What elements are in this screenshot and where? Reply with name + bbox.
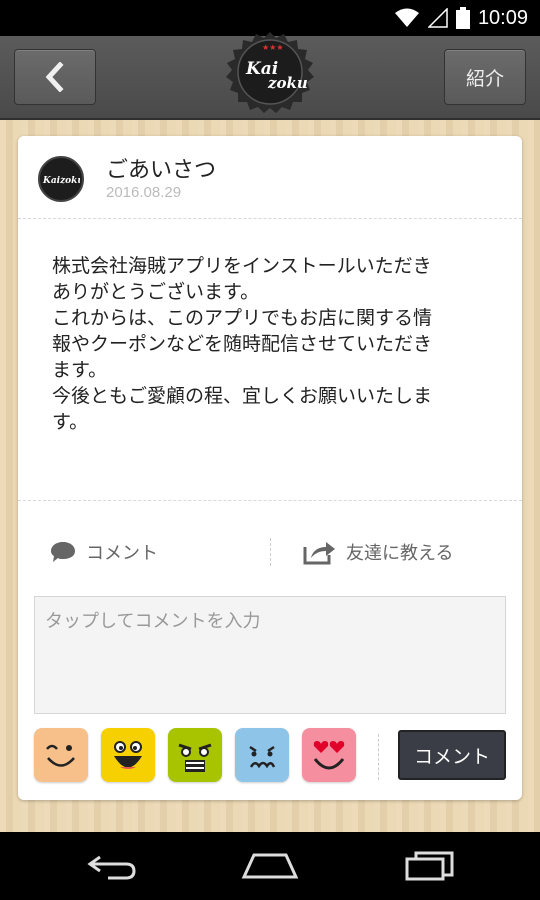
chevron-left-icon <box>45 62 64 92</box>
share-action-label: 友達に教える <box>346 543 454 564</box>
sad-face-stamp[interactable] <box>235 728 289 782</box>
back-nav-button[interactable] <box>82 846 142 886</box>
post-body-line: 報やクーポンなどを随時配信させていただき <box>52 333 433 355</box>
post-body-line: 株式会社海賊アプリをインストールいただき <box>52 255 432 277</box>
avatar: Kaizoku <box>38 156 84 202</box>
laughing-face-icon <box>114 741 142 769</box>
svg-text:★★★: ★★★ <box>262 43 284 52</box>
post-body: 株式会社海賊アプリをインストールいただき ありがとうございます。 これからは、こ… <box>52 253 502 435</box>
post-title: ごあいさつ <box>106 158 217 183</box>
comment-input[interactable] <box>34 596 506 714</box>
comment-action-label: コメント <box>86 543 158 564</box>
home-nav-button[interactable] <box>240 846 300 886</box>
wifi-icon <box>394 8 419 27</box>
share-action[interactable]: 友達に教える <box>302 520 453 584</box>
back-button[interactable] <box>14 49 96 105</box>
heart-eyes-face-icon <box>313 741 345 770</box>
share-icon <box>303 542 335 565</box>
post-card: Kaizoku ごあいさつ 2016.08.29 株式会社海賊アプリをインストー… <box>18 136 522 800</box>
recents-nav-icon <box>405 851 454 881</box>
kaizoku-logo: ★★★ Kai zoku <box>226 32 314 113</box>
battery-icon <box>455 7 470 29</box>
post-header: Kaizoku ごあいさつ 2016.08.29 <box>18 136 522 218</box>
speech-bubble-icon <box>51 542 75 562</box>
post-body-line: ます。 <box>52 359 108 381</box>
post-date: 2016.08.29 <box>106 184 182 201</box>
angry-face-stamp[interactable] <box>168 728 222 782</box>
wink-face-stamp[interactable] <box>34 728 88 782</box>
divider <box>18 218 522 219</box>
post-body-line: 今後ともご愛顧の程、宜しくお願いいたしま <box>52 385 433 407</box>
wink-face-icon <box>46 744 75 767</box>
intro-button[interactable]: 紹介 <box>444 49 526 105</box>
comment-submit-button[interactable]: コメント <box>398 730 506 780</box>
post-body-line: これからは、このアプリでもお店に関する情 <box>52 307 433 329</box>
stamp-list <box>34 728 356 782</box>
home-nav-icon <box>241 853 299 879</box>
system-nav-bar <box>0 832 540 900</box>
avatar-text: Kaizoku <box>42 176 80 186</box>
post-body-line: す。 <box>52 411 89 433</box>
post-actions: コメント 友達に教える <box>18 520 522 584</box>
divider <box>18 500 522 501</box>
action-separator <box>270 538 271 566</box>
post-body-line: ありがとうございます。 <box>52 281 260 303</box>
angry-face-icon <box>178 743 212 772</box>
comment-action[interactable]: コメント <box>50 520 158 584</box>
logo-text-bottom: zoku <box>267 74 308 92</box>
signal-icon <box>427 8 448 28</box>
back-nav-icon <box>87 855 136 880</box>
recents-nav-button[interactable] <box>400 846 460 886</box>
laughing-face-stamp[interactable] <box>101 728 155 782</box>
stamp-separator <box>378 734 379 780</box>
heart-eyes-face-stamp[interactable] <box>302 728 356 782</box>
clock: 10:09 <box>477 6 528 29</box>
sad-face-icon <box>249 745 276 769</box>
